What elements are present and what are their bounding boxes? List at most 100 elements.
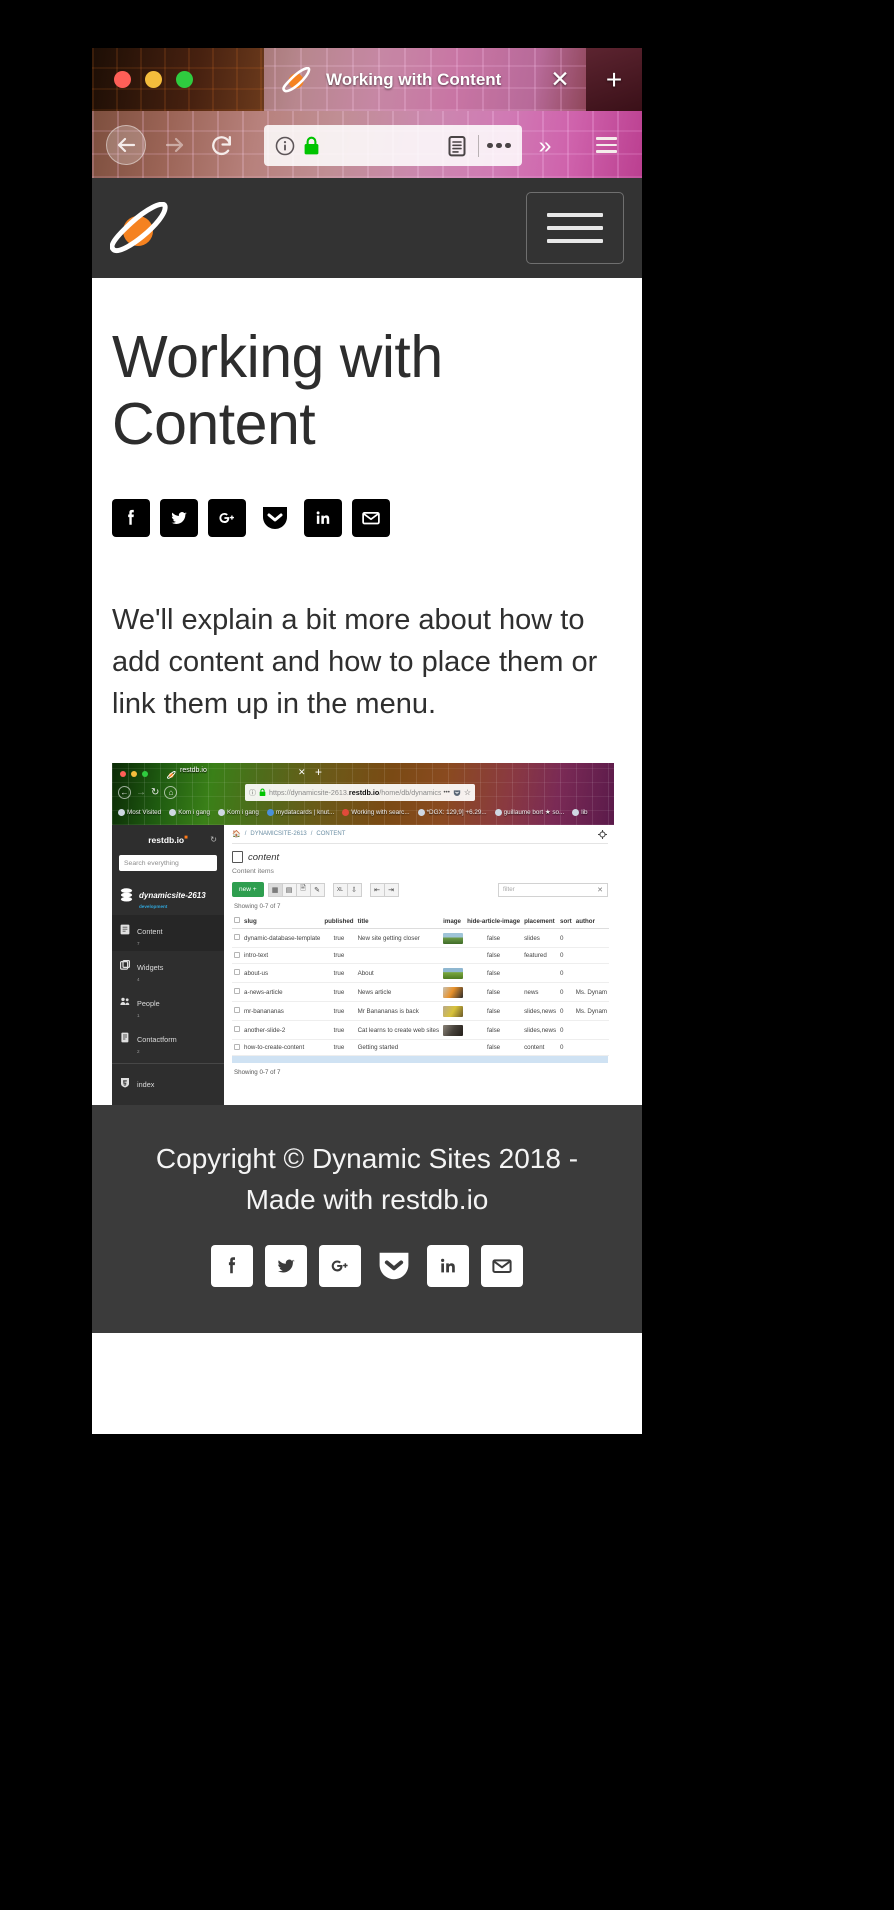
cell-image [441, 947, 466, 965]
bookmark-label: Kom i gang [178, 808, 211, 816]
cell-slug: about-us [242, 963, 323, 984]
cell-published: true [322, 1039, 356, 1057]
embedded-window-controls [120, 771, 148, 778]
sidebar-item-widgets: Widgets 4 [112, 951, 224, 987]
cell-image [441, 963, 466, 984]
checkbox-icon [234, 1007, 240, 1014]
minimize-window-button[interactable] [145, 71, 162, 88]
cell-title [355, 947, 442, 965]
footer-share-googleplus-icon[interactable] [319, 1244, 361, 1287]
share-linkedin-icon[interactable] [304, 498, 342, 537]
browser-toolbar: » [92, 111, 642, 178]
browser-menu-button[interactable] [586, 125, 626, 165]
footer-share-facebook-icon[interactable] [211, 1244, 253, 1287]
cell-published: true [322, 1020, 356, 1041]
breadcrumb-separator: / [310, 831, 313, 838]
share-facebook-icon[interactable] [112, 498, 150, 537]
shield-icon [120, 1075, 130, 1088]
address-bar[interactable] [264, 125, 522, 166]
checkbox-icon [234, 1043, 240, 1050]
footer-share-email-icon[interactable] [481, 1244, 523, 1287]
document-icon [232, 851, 243, 864]
cell-image [441, 928, 466, 949]
ellipsis-icon[interactable] [485, 142, 513, 149]
window-controls[interactable] [114, 71, 193, 88]
bookmark-item: *DGX: 129,9] +6.29... [417, 808, 487, 816]
footer-share-linkedin-icon[interactable] [427, 1244, 469, 1287]
site-nav-toggle-button[interactable] [526, 192, 624, 264]
reader-view-icon[interactable] [444, 133, 470, 159]
row-checkbox [232, 1039, 242, 1057]
brand-text: restdb.io [148, 835, 185, 846]
cell-slug: mr-banananas [242, 1001, 323, 1022]
table-row: how-to-create-content true Getting start… [232, 1039, 610, 1057]
cell-title: About [355, 963, 442, 984]
embedded-toolbar: ← → ↻ ⌂ [112, 781, 614, 804]
checkbox-icon [234, 934, 240, 941]
browser-tab[interactable]: Working with Content ✕ [264, 48, 586, 111]
footer-share-pocket-icon[interactable] [373, 1245, 415, 1287]
back-button[interactable] [106, 125, 146, 165]
page-title: Working with Content [112, 324, 443, 458]
cell-published: true [322, 1001, 356, 1022]
saturn-planet-logo[interactable] [109, 201, 170, 254]
cell-title: Getting started [355, 1039, 442, 1057]
sidebar-item-count: 4 [137, 976, 140, 982]
sidebar-item-media-archive: Media Archive20 [112, 1097, 224, 1105]
sidebar-item-count: 7 [137, 940, 140, 946]
last-page-icon: ⇥ [383, 882, 399, 897]
new-tab-button[interactable]: + [586, 48, 642, 111]
footer-share-twitter-icon[interactable] [265, 1244, 307, 1287]
sidebar-item-text: Contactform 2 [137, 1029, 177, 1054]
xls-icon: XL [332, 882, 348, 897]
maximize-window-button[interactable] [176, 71, 193, 88]
cell-sort: 0 [558, 1001, 574, 1022]
cell-placement: slides,news [522, 1001, 559, 1022]
close-window-button[interactable] [114, 71, 131, 88]
checkbox-icon [234, 988, 240, 995]
bookmark-item: guillaume bort ★ so... [494, 808, 564, 816]
share-twitter-icon[interactable] [160, 498, 198, 537]
share-pocket-icon[interactable] [256, 499, 294, 537]
share-googleplus-icon[interactable] [208, 498, 246, 537]
column-header-image: image [441, 914, 466, 930]
cat-thumb [443, 1024, 464, 1036]
share-email-icon[interactable] [352, 498, 390, 537]
bookmark-label: Working with searc... [351, 808, 410, 816]
overflow-button[interactable]: » [530, 125, 560, 165]
embedded-page-body: restdb.io■ ↻ Search everything dynamicsi… [112, 825, 614, 1106]
row-checkbox [232, 947, 242, 965]
cell-sort: 0 [558, 963, 574, 984]
embedded-brand-label: restdb.io■ [148, 835, 188, 845]
cell-sort: 0 [558, 1039, 574, 1057]
forward-button[interactable] [158, 125, 192, 165]
breadcrumb-separator: / [244, 831, 247, 838]
reload-button[interactable] [204, 125, 238, 165]
info-circle-icon[interactable] [274, 135, 296, 157]
column-header-title: title [355, 914, 442, 930]
cell-placement: content [522, 1039, 559, 1057]
cell-published: true [322, 928, 356, 949]
column-header-published: published [322, 914, 356, 930]
site-header [92, 178, 642, 278]
saturn-planet-icon [167, 766, 176, 780]
bookmark-icon [118, 808, 125, 816]
sidebar-item-count: 2 [137, 1048, 140, 1054]
results-count-top: Showing 0-7 of 7 [234, 903, 281, 911]
checkbox-icon [234, 951, 240, 958]
cell-title: New site getting closer [355, 928, 442, 949]
form-icon [120, 1030, 130, 1043]
cell-published: true [322, 947, 356, 965]
row-checkbox [232, 1001, 242, 1022]
table-body: dynamic-database-template true New site … [232, 928, 610, 1057]
refresh-icon: ↻ [210, 835, 217, 845]
cell-sort: 0 [558, 947, 574, 965]
bookmark-item: Kom i gang [218, 808, 259, 816]
browser-window: Working with Content ✕ + » Working with … [92, 48, 642, 1434]
table-row: dynamic-database-template true New site … [232, 928, 610, 949]
collection-title: content [248, 851, 280, 863]
column-header-hide-article-image: hide-article-image [465, 914, 523, 930]
embedded-back-icon: ← [118, 786, 131, 800]
padlock-icon[interactable] [303, 136, 320, 156]
close-icon[interactable]: ✕ [548, 68, 572, 92]
